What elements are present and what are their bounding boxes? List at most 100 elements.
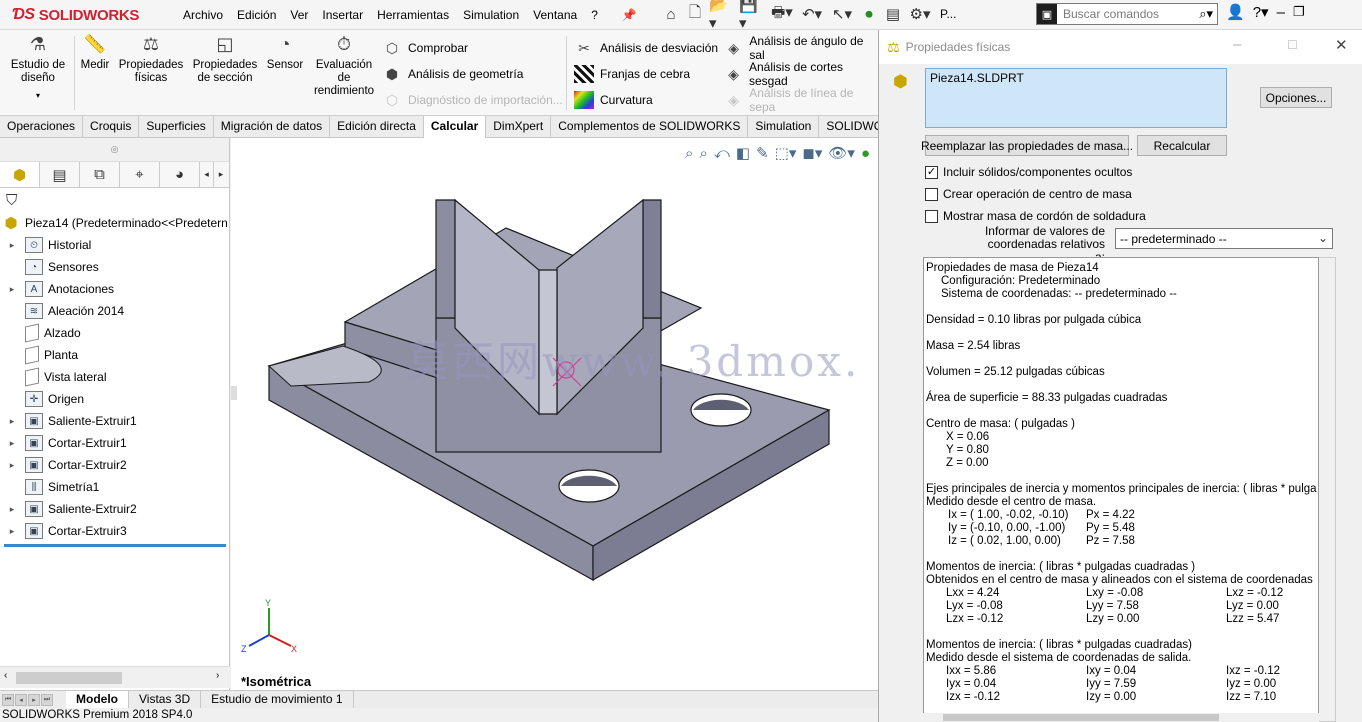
parting-line-analysis-button[interactable]: ◈ Análisis de línea de sepa [724, 86, 878, 114]
tree-filter[interactable]: ⛉ [0, 188, 229, 212]
checkbox-include-hidden[interactable]: ✓ [925, 165, 938, 179]
tab-vistas-3d[interactable]: Vistas 3D [129, 691, 202, 708]
panel-splitter[interactable]: ◎ [0, 138, 229, 162]
tree-item-planta[interactable]: Planta [0, 344, 229, 366]
tree-item-saliente-extruir1[interactable]: ▸ ▣ Saliente-Extruir1 [0, 410, 229, 432]
tab-edicion-directa[interactable]: Edición directa [330, 116, 424, 138]
close-icon[interactable]: ✕ [1335, 36, 1348, 54]
check-button[interactable]: ⬡ Comprobar [382, 37, 468, 59]
tree-item-cortar-extruir3[interactable]: ▸ ▣ Cortar-Extruir3 [0, 520, 229, 542]
home-icon[interactable]: ⌂ [660, 3, 682, 25]
options-gear-icon[interactable]: ⚙▾ [906, 3, 934, 25]
traffic-light-icon[interactable]: ⏺ [858, 3, 880, 25]
save-icon[interactable]: 💾▾ [738, 0, 766, 32]
tree-item-aleaci-n-2014[interactable]: ≋ Aleación 2014 [0, 300, 229, 322]
graphics-area[interactable]: ⌕ ⌕ ⤺ ◧ ✎ ⬚▾ ◼▾ 👁▾ ● Y X Z 莫西网www. 3dmox… [231, 138, 878, 690]
undo-icon[interactable]: ↶▾ [798, 3, 826, 25]
expand-arrow-icon[interactable]: ▸ [5, 526, 19, 537]
new-document-icon[interactable]: 🗋 [684, 3, 706, 25]
open-folder-icon[interactable]: 📂▾ [708, 0, 736, 32]
selection-list[interactable]: Pieza14.SLDPRT [925, 68, 1227, 128]
zebra-stripes-button[interactable]: Franjas de cebra [574, 63, 690, 85]
expand-arrow-icon[interactable]: ▸ [5, 504, 19, 515]
file-properties-icon[interactable]: ▤ [882, 3, 904, 25]
scroll-left-icon[interactable]: ‹ [4, 670, 7, 681]
tree-item-historial[interactable]: ▸ ⏲ Historial [0, 234, 229, 256]
tab-simulation[interactable]: Simulation [748, 116, 820, 138]
geometry-analysis-button[interactable]: ⬢ Análisis de geometría [382, 63, 524, 85]
help-icon[interactable]: ?▾ [1253, 3, 1269, 21]
tab-croquis[interactable]: Croquis [83, 116, 140, 138]
last-tab-icon[interactable]: ⏭ [41, 693, 53, 706]
include-hidden-checkbox[interactable]: ✓ Incluir sólidos/componentes ocultos [925, 164, 1132, 180]
performance-evaluation-button[interactable]: ⏱ Evaluación de rendimiento [308, 32, 380, 98]
mass-properties-results[interactable]: Propiedades de masa de Pieza14 Configura… [923, 257, 1319, 722]
selected-item[interactable]: Pieza14.SLDPRT [930, 71, 1024, 85]
display-manager-icon[interactable]: ◕ [160, 162, 200, 187]
more-toolbar-label[interactable]: P... [940, 7, 956, 21]
section-properties-button[interactable]: ◱ Propiedades de sección [190, 32, 260, 85]
sensor-button[interactable]: ◔ Sensor [264, 32, 306, 72]
tree-item-vista-lateral[interactable]: Vista lateral [0, 366, 229, 388]
checkbox-weld-bead[interactable] [925, 209, 938, 223]
property-manager-icon[interactable]: ▤ [40, 162, 80, 187]
solidworks-logo[interactable]: ƊS SOLIDWORKS [12, 5, 139, 25]
tab-dimxpert[interactable]: DimXpert [486, 116, 552, 138]
menu-help[interactable]: ? [584, 8, 605, 22]
create-com-checkbox[interactable]: Crear operación de centro de masa [925, 186, 1132, 202]
mass-properties-button[interactable]: ⚖ Propiedades físicas [116, 32, 186, 85]
restore-icon[interactable]: ❐ [1293, 4, 1305, 20]
dimxpert-manager-icon[interactable]: ⌖ [120, 162, 160, 187]
undercut-analysis-button[interactable]: ◈ Análisis de cortes sesgad [724, 60, 878, 88]
scroll-thumb[interactable] [943, 714, 1219, 721]
results-vertical-scrollbar[interactable] [1319, 257, 1336, 722]
minimize-icon[interactable]: – [1233, 36, 1241, 53]
tab-operaciones[interactable]: Operaciones [0, 116, 84, 138]
tree-horizontal-scrollbar[interactable]: ‹ › [0, 666, 230, 688]
deviation-analysis-button[interactable]: ✂ Análisis de desviación [574, 37, 718, 59]
expand-arrow-icon[interactable]: ▸ [5, 438, 19, 449]
scroll-right-icon[interactable]: › [216, 670, 219, 681]
expand-arrow-icon[interactable]: ▸ [5, 240, 19, 251]
menu-archivo[interactable]: Archivo [176, 8, 230, 22]
tree-item-anotaciones[interactable]: ▸ A Anotaciones [0, 278, 229, 300]
show-weld-bead-checkbox[interactable]: Mostrar masa de cordón de soldadura [925, 208, 1146, 224]
coordinate-system-select[interactable]: -- predeterminado -- ⌄ [1115, 228, 1333, 249]
maximize-icon[interactable]: ☐ [1287, 38, 1298, 52]
first-tab-icon[interactable]: ⏮ [2, 693, 14, 706]
filter-icon[interactable]: ⛉ [6, 192, 17, 209]
tree-item-simetr-a1[interactable]: ⫼ Simetría1 [0, 476, 229, 498]
configuration-manager-icon[interactable]: ⧉ [80, 162, 120, 187]
prev-tab-icon[interactable]: ◂ [15, 693, 27, 706]
tree-item-cortar-extruir2[interactable]: ▸ ▣ Cortar-Extruir2 [0, 454, 229, 476]
tree-item-cortar-extruir1[interactable]: ▸ ▣ Cortar-Extruir1 [0, 432, 229, 454]
tab-superficies[interactable]: Superficies [139, 116, 214, 138]
tree-item-alzado[interactable]: Alzado [0, 322, 229, 344]
expand-arrow-icon[interactable]: ▸ [5, 284, 19, 295]
menu-edicion[interactable]: Edición [230, 8, 283, 22]
menu-ventana[interactable]: Ventana [526, 8, 584, 22]
tab-migracion[interactable]: Migración de datos [214, 116, 331, 138]
chevron-left-icon[interactable]: ◂ [200, 162, 214, 187]
chevron-right-icon[interactable]: ▸ [214, 162, 228, 187]
replace-mass-properties-button[interactable]: Reemplazar las propiedades de masa... [921, 135, 1133, 156]
measure-button[interactable]: 📏 Medir [76, 32, 114, 72]
options-button[interactable]: Opciones... [1260, 87, 1332, 108]
expand-arrow-icon[interactable]: ▸ [5, 416, 19, 427]
rollback-bar[interactable] [4, 544, 226, 547]
import-diagnostics-button[interactable]: ⬡ Diagnóstico de importación... [382, 89, 563, 111]
feature-manager-icon[interactable]: ⬢ [0, 162, 40, 187]
command-search[interactable]: ▣ Buscar comandos ⌕▾ [1036, 3, 1218, 25]
tab-calcular[interactable]: Calcular [423, 116, 487, 138]
tab-estudio-movimiento[interactable]: Estudio de movimiento 1 [201, 691, 354, 708]
design-study-button[interactable]: ⚗ Estudio de diseño ▾ [6, 32, 70, 102]
print-icon[interactable]: 🖶▾ [768, 3, 796, 25]
search-input[interactable]: Buscar comandos [1057, 7, 1195, 21]
tree-item-saliente-extruir2[interactable]: ▸ ▣ Saliente-Extruir2 [0, 498, 229, 520]
draft-analysis-button[interactable]: ◈ Análisis de ángulo de sal [724, 34, 878, 62]
next-tab-icon[interactable]: ▸ [28, 693, 40, 706]
menu-insertar[interactable]: Insertar [315, 8, 370, 22]
pin-icon[interactable]: 📌 [615, 8, 644, 22]
menu-herramientas[interactable]: Herramientas [370, 8, 456, 22]
curvature-button[interactable]: Curvatura [574, 89, 653, 111]
